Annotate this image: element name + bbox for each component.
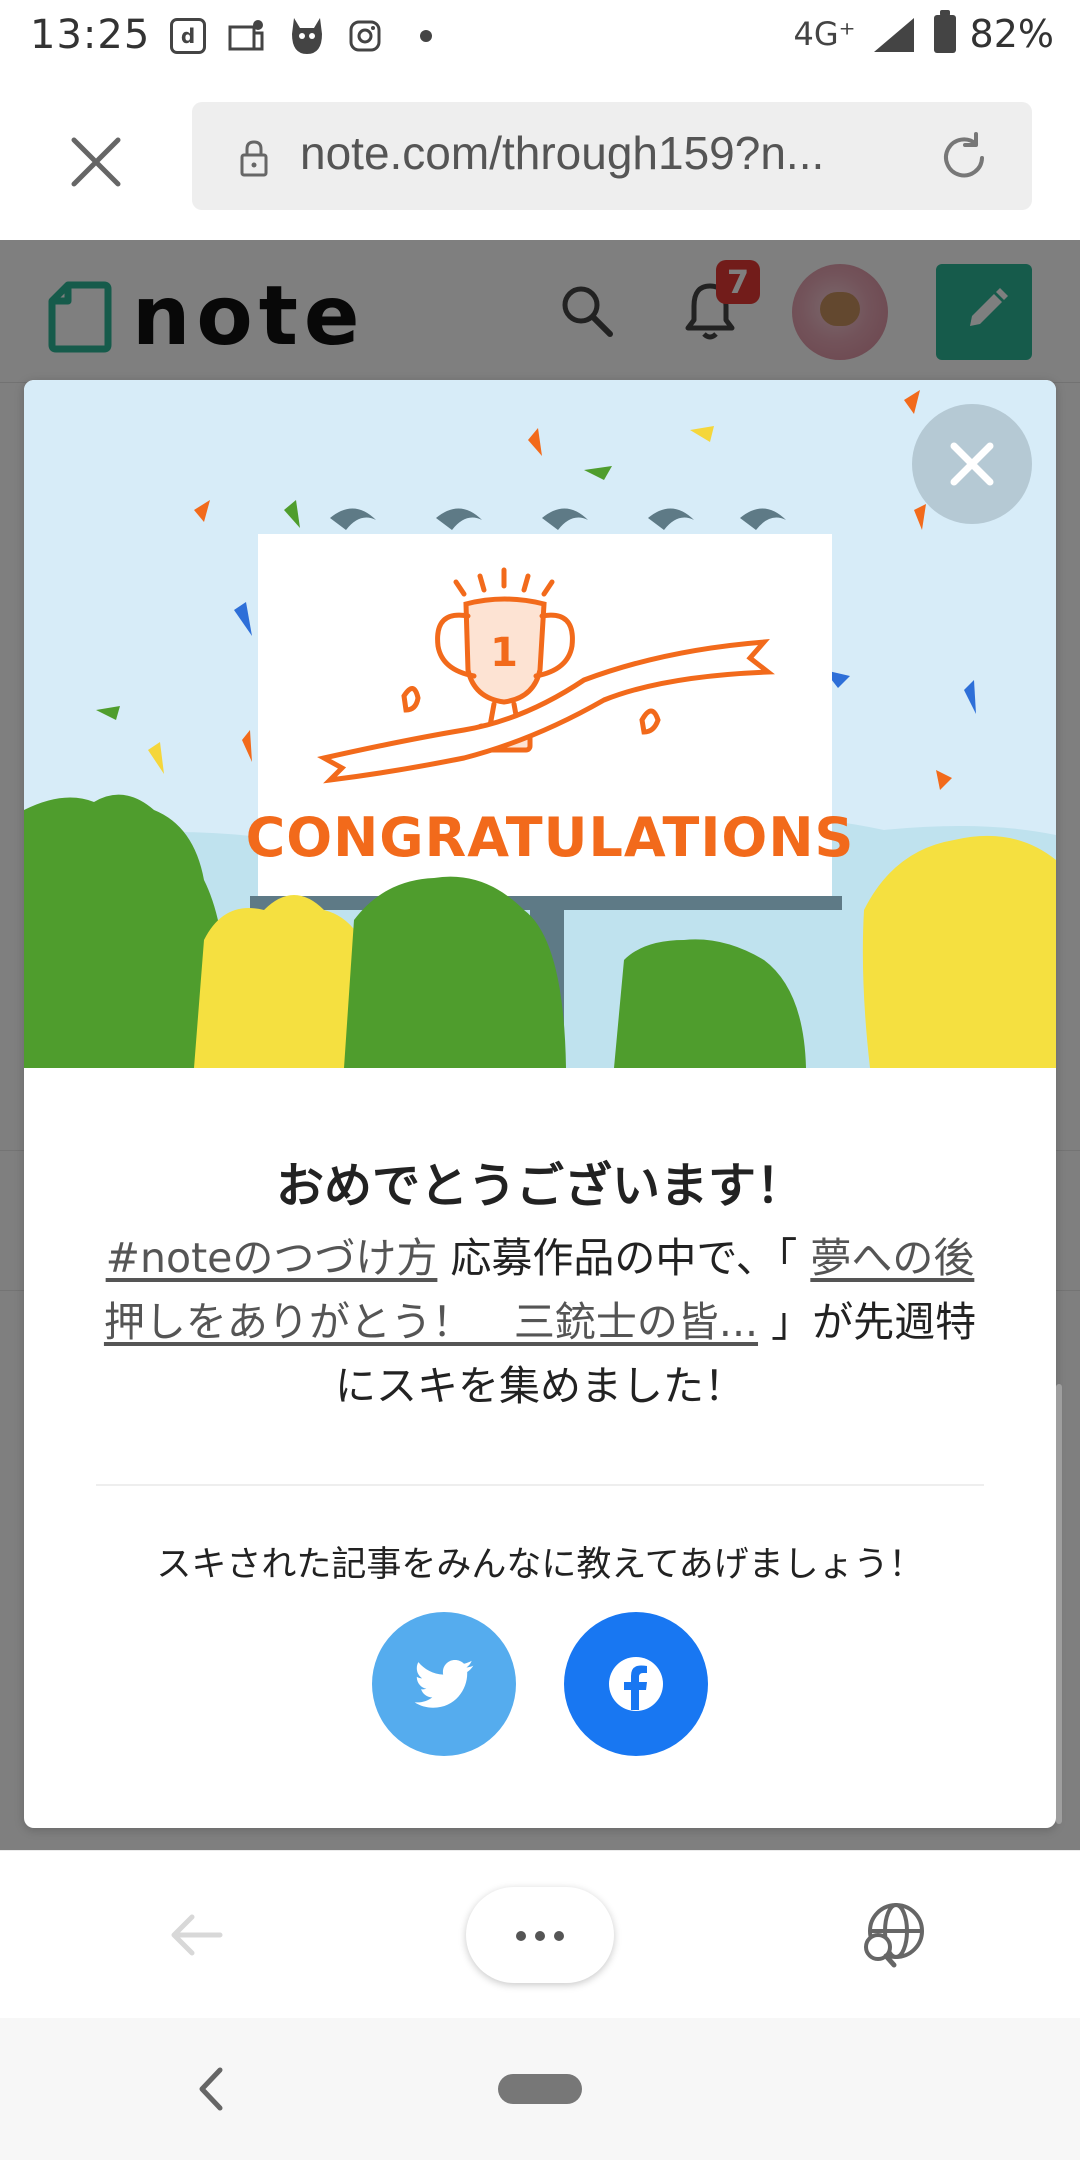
chevron-left-icon[interactable] bbox=[190, 2064, 230, 2114]
facebook-share-button[interactable] bbox=[564, 1612, 708, 1756]
address-bar[interactable]: note.com/through159?n... bbox=[192, 102, 1032, 210]
twitter-share-button[interactable] bbox=[372, 1612, 516, 1756]
instagram-icon bbox=[349, 20, 381, 52]
status-time: 13:25 bbox=[30, 12, 151, 58]
more-notifications-dot bbox=[420, 30, 432, 42]
facebook-icon bbox=[609, 1657, 663, 1711]
battery-icon bbox=[933, 10, 956, 53]
congratulations-text: CONGRATULATIONS bbox=[246, 806, 855, 869]
animal-app-icon bbox=[292, 18, 322, 54]
news-icon bbox=[228, 20, 264, 51]
globe-search-icon[interactable] bbox=[852, 1895, 932, 1975]
billboard-clips bbox=[330, 508, 786, 530]
page-scrollbar[interactable] bbox=[1056, 1384, 1062, 1824]
battery-level: 82% bbox=[969, 12, 1054, 56]
hashtag-link[interactable]: #noteのつづけ方 bbox=[106, 1234, 438, 1282]
close-icon bbox=[950, 442, 994, 486]
billboard-illustration: 1 CONGRATULATIONS bbox=[24, 390, 1056, 1068]
status-right: 4G⁺ 82% bbox=[793, 10, 1054, 56]
twitter-icon bbox=[414, 1660, 474, 1708]
modal-divider bbox=[96, 1484, 984, 1486]
notification-icons: d bbox=[170, 14, 432, 58]
browser-toolbar: note.com/through159?n... bbox=[0, 76, 1080, 240]
message-text: 応募作品の中で、「 bbox=[437, 1234, 811, 1282]
share-prompt: スキされた記事をみんなに教えてあげましょう！ bbox=[156, 1545, 924, 1585]
reload-icon[interactable] bbox=[936, 130, 992, 186]
lock-icon bbox=[240, 140, 268, 177]
more-button[interactable] bbox=[466, 1887, 614, 1983]
system-nav-bar bbox=[0, 2018, 1080, 2160]
modal-message: #noteのつづけ方 応募作品の中で、「 夢への後押しをありがとう！ 三銃士の皆… bbox=[96, 1226, 984, 1418]
status-bar: 13:25 d 4G⁺ 82% bbox=[0, 0, 1080, 76]
docomo-d-icon: d bbox=[170, 18, 206, 54]
browser-bottom-bar bbox=[0, 1850, 1080, 2020]
trophy-number: 1 bbox=[490, 630, 518, 676]
arrow-left-icon[interactable] bbox=[160, 1899, 232, 1971]
modal-close-button[interactable] bbox=[912, 404, 1032, 524]
close-icon[interactable] bbox=[60, 126, 132, 198]
congratulations-modal: 1 CONGRATULATIONS おめでとうございます！ #noteのつづけ方… bbox=[24, 380, 1056, 1828]
url-text: note.com/through159?n... bbox=[300, 127, 825, 179]
home-pill-icon[interactable] bbox=[498, 2074, 582, 2104]
more-dots-icon bbox=[516, 1931, 526, 1941]
congratulations-illustration: 1 CONGRATULATIONS bbox=[24, 380, 1056, 1068]
modal-title: おめでとうございます！ bbox=[275, 1158, 804, 1214]
signal-icon bbox=[873, 18, 914, 52]
network-type: 4G⁺ bbox=[793, 15, 856, 53]
